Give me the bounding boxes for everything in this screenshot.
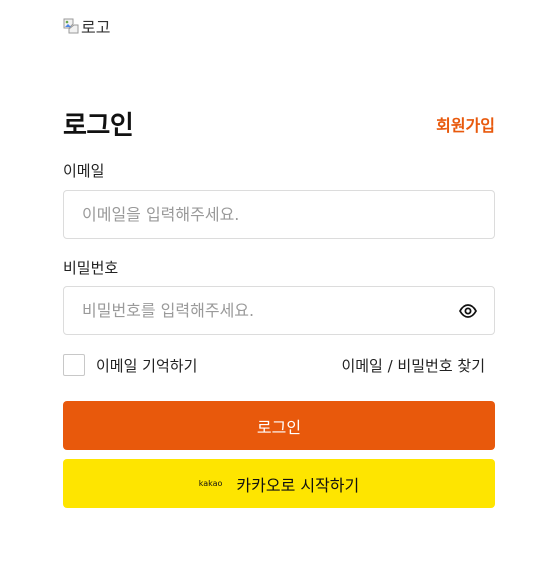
login-page: 로고 로그인 회원가입 이메일 비밀번호 이메일 기억하기 이메일 / 비밀번호… (0, 0, 544, 581)
kakao-button-label: 카카오로 시작하기 (236, 475, 360, 495)
email-field[interactable] (64, 191, 494, 238)
find-account-link[interactable]: 이메일 / 비밀번호 찾기 (341, 355, 485, 376)
signup-link[interactable]: 회원가입 (436, 112, 495, 136)
remember-email-checkbox[interactable] (63, 354, 85, 376)
email-label: 이메일 (63, 162, 105, 180)
kakao-login-button[interactable]: kakao 카카오로 시작하기 (63, 459, 495, 508)
password-field[interactable] (64, 287, 456, 334)
login-button-label: 로그인 (256, 417, 302, 437)
remember-email-label: 이메일 기억하기 (96, 356, 198, 375)
login-header: 로그인 회원가입 (63, 105, 495, 142)
page-title: 로그인 (63, 111, 134, 141)
login-button[interactable]: 로그인 (63, 401, 495, 450)
password-field-box (63, 286, 495, 335)
remember-email[interactable]: 이메일 기억하기 (63, 354, 197, 376)
login-options: 이메일 기억하기 이메일 / 비밀번호 찾기 (63, 353, 495, 377)
email-field-box (63, 190, 495, 239)
kakao-logo-icon: kakao (198, 479, 223, 488)
eye-icon[interactable] (456, 299, 480, 323)
logo: 로고 (63, 15, 110, 37)
broken-image-icon (63, 18, 79, 34)
password-label: 비밀번호 (63, 259, 119, 277)
logo-alt-text: 로고 (81, 18, 111, 37)
